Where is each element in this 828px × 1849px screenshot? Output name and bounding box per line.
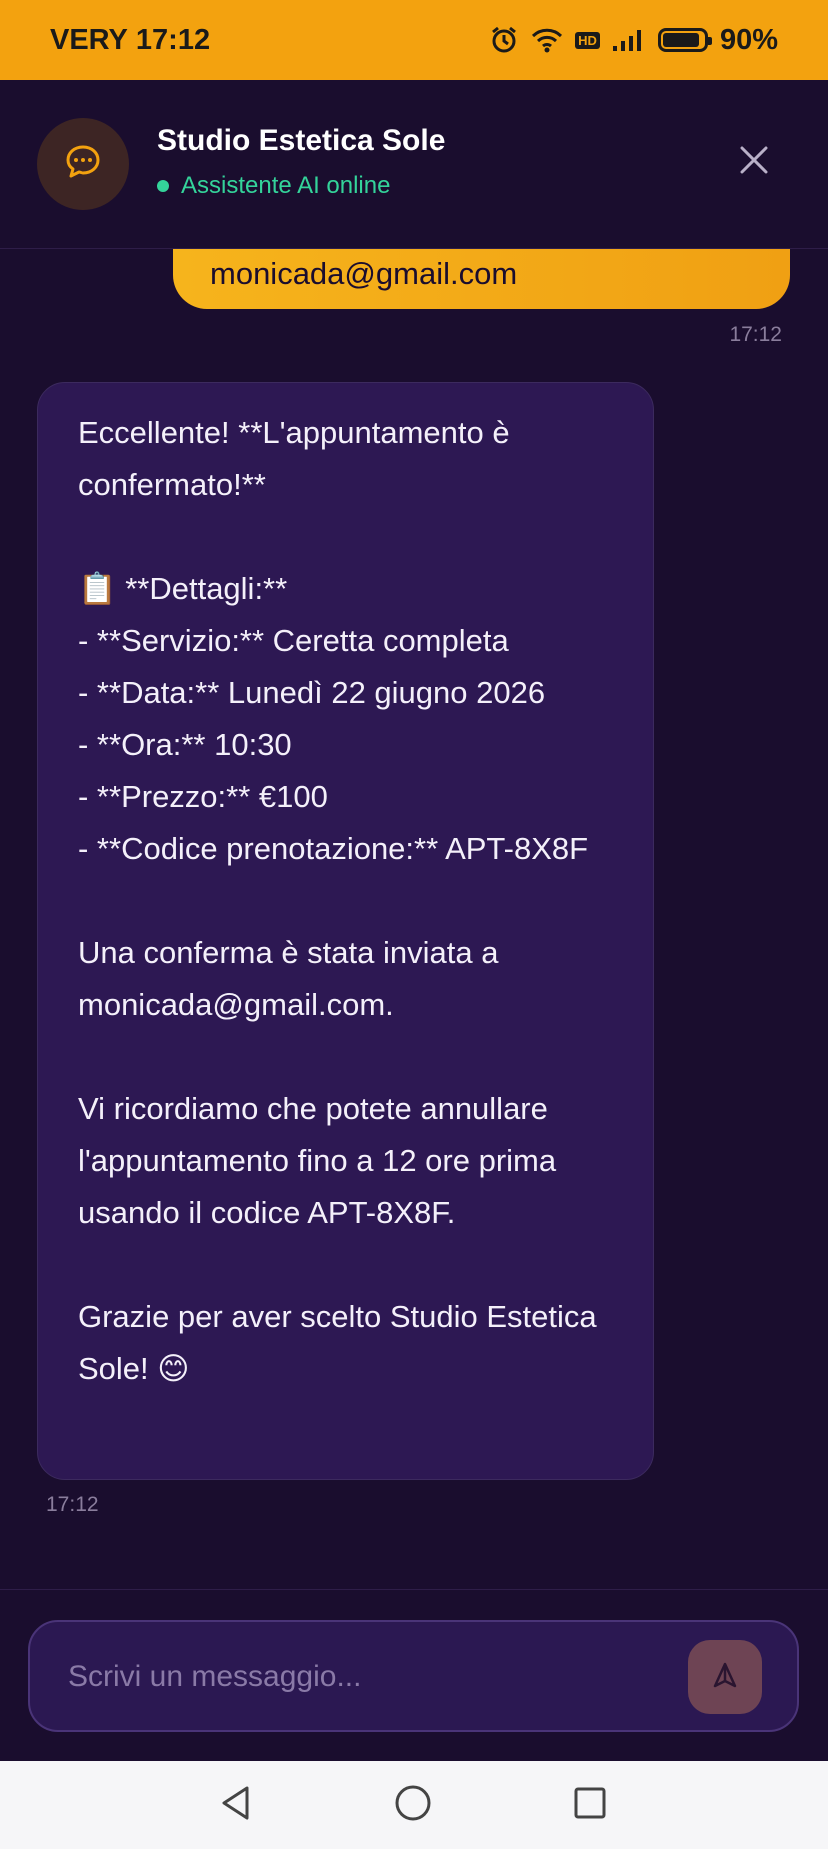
alarm-icon — [489, 25, 519, 55]
message-list[interactable]: monicada@gmail.com 17:12 Eccellente! **L… — [0, 249, 828, 1589]
user-message-text: monicada@gmail.com — [210, 256, 518, 291]
wifi-icon — [531, 27, 563, 53]
assistant-avatar — [37, 118, 129, 210]
online-dot — [157, 180, 169, 192]
status-bar: VERY 17:12 HD 90% — [0, 0, 828, 80]
close-button[interactable] — [730, 138, 778, 186]
home-button[interactable] — [389, 1781, 437, 1829]
chat-bubble-icon — [63, 142, 103, 187]
send-icon — [711, 1661, 739, 1694]
battery-percent: 90% — [719, 23, 778, 56]
clock: 17:12 — [135, 23, 211, 56]
composer — [28, 1620, 799, 1732]
back-icon — [219, 1785, 253, 1826]
battery-icon — [657, 28, 712, 52]
signal-icon — [612, 28, 646, 52]
carrier-label: VERY — [50, 23, 128, 56]
online-status: Assistente AI online — [157, 172, 390, 200]
bot-message-time: 17:12 — [46, 1493, 99, 1516]
send-button[interactable] — [688, 1640, 762, 1714]
online-status-label: Assistente AI online — [181, 172, 391, 199]
chat-header: Studio Estetica Sole Assistente AI onlin… — [0, 80, 828, 249]
status-bar-right: HD 90% — [489, 24, 778, 57]
bot-message-bubble: Eccellente! **L'appuntamento è confermat… — [37, 382, 654, 1480]
user-message-time: 17:12 — [729, 323, 782, 346]
home-icon — [394, 1784, 432, 1827]
status-bar-left: VERY 17:12 — [50, 24, 210, 57]
composer-area — [0, 1589, 828, 1762]
back-button[interactable] — [212, 1781, 260, 1829]
hd-icon: HD — [575, 31, 600, 49]
chat-title: Studio Estetica Sole — [157, 124, 446, 157]
system-nav-bar — [0, 1761, 828, 1849]
message-input[interactable] — [66, 1622, 670, 1732]
close-icon — [739, 145, 769, 180]
recents-button[interactable] — [566, 1781, 614, 1829]
recents-icon — [573, 1786, 607, 1825]
user-message-bubble: monicada@gmail.com — [173, 249, 790, 309]
